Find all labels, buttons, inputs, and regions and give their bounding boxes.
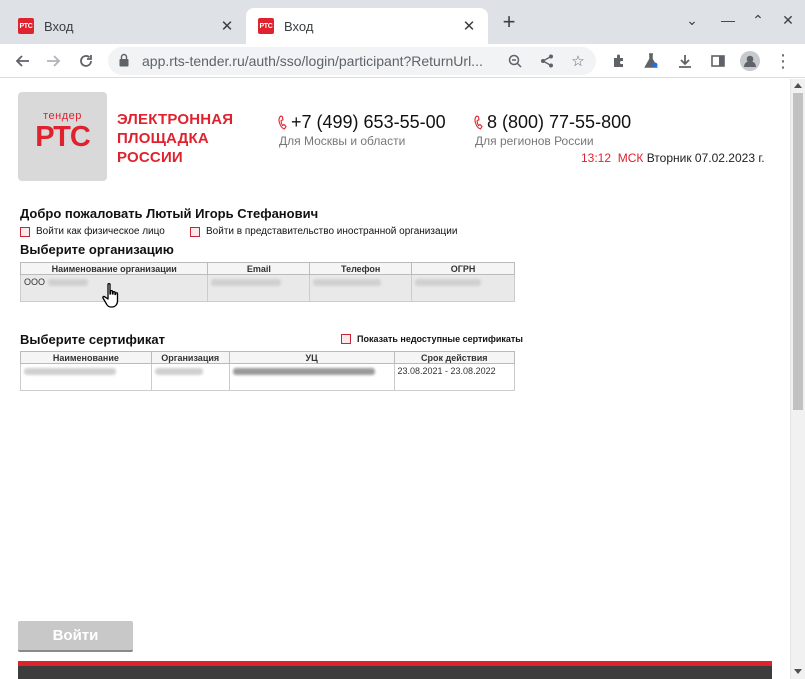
checkbox[interactable] (190, 226, 200, 237)
column-header: Телефон (309, 262, 413, 275)
phone-number: 8 (800) 77-55-800 (487, 112, 632, 132)
lock-icon (119, 53, 129, 67)
zoom-icon[interactable] (505, 51, 525, 71)
cert-name-cell[interactable] (20, 363, 152, 391)
org-phone-cell[interactable] (309, 274, 413, 302)
scroll-up-arrow-icon[interactable] (794, 83, 802, 88)
login-as-individual-option[interactable]: Войти как физическое лицо (20, 226, 165, 237)
new-tab-icon[interactable]: + (499, 11, 519, 33)
login-button[interactable]: Войти (18, 621, 133, 652)
phone-icon (278, 115, 287, 130)
redacted-text (47, 279, 88, 287)
checkbox-label: Войти как физическое лицо (36, 226, 165, 237)
tab-title: Вход (44, 18, 74, 34)
column-header: Наименование (20, 351, 152, 364)
scroll-down-arrow-icon[interactable] (794, 669, 802, 674)
phone-number: +7 (499) 653-55-00 (291, 112, 446, 132)
redacted-text (24, 368, 116, 376)
tab-login-1[interactable]: РТС Вход ✕ (6, 8, 246, 44)
redacted-text (211, 279, 282, 287)
cert-org-cell[interactable] (150, 363, 230, 391)
checkbox[interactable] (20, 226, 30, 237)
reload-icon[interactable] (74, 49, 98, 73)
table-row[interactable]: ООО (19, 274, 515, 302)
browser-toolbar: app.rts-tender.ru/auth/sso/login/partici… (0, 44, 805, 78)
date: Вторник 07.02.2023 г. (646, 151, 765, 165)
phone-moscow: +7 (499) 653-55-00 (278, 112, 446, 133)
bookmark-star-icon[interactable]: ☆ (568, 51, 588, 71)
address-bar[interactable]: app.rts-tender.ru/auth/sso/login/partici… (108, 47, 596, 75)
extensions-icon[interactable] (607, 49, 631, 73)
column-header: Организация (150, 351, 230, 364)
logo-main-text: РТС (35, 121, 91, 153)
table-row[interactable]: 23.08.2021 - 23.08.2022 (20, 363, 515, 391)
platform-name-line: ПЛОЩАДКА (117, 130, 209, 147)
page-viewport: тендер РТС ЭЛЕКТРОННАЯ ПЛОЩАДКА РОССИИ +… (0, 79, 790, 679)
footer (18, 666, 772, 679)
redacted-text (154, 368, 203, 376)
minimize-icon[interactable]: — (718, 12, 738, 32)
checkbox[interactable] (341, 334, 351, 344)
show-unavailable-certs-option[interactable]: Показать недоступные сертификаты (341, 334, 523, 344)
cert-ca-cell[interactable] (228, 363, 395, 391)
rts-favicon-icon: РТС (258, 18, 274, 34)
login-foreign-org-option[interactable]: Войти в представительство иностранной ор… (190, 226, 457, 237)
phone-regions-caption: Для регионов России (475, 134, 594, 148)
tab-login-2[interactable]: РТС Вход ✕ (246, 8, 488, 44)
column-header: ОГРН (411, 262, 515, 275)
phone-regions: 8 (800) 77-55-800 (474, 112, 631, 133)
column-header: Наименование организации (19, 262, 209, 275)
rts-favicon-icon: РТС (18, 18, 34, 34)
organization-table: Наименование организации Email Телефон О… (19, 262, 515, 302)
redacted-text (313, 279, 382, 287)
welcome-message: Добро пожаловать Лютый Игорь Стефанович (20, 206, 319, 221)
close-icon[interactable]: ✕ (460, 17, 478, 35)
org-email-cell[interactable] (207, 274, 311, 302)
phone-icon (474, 115, 483, 130)
redacted-text (232, 368, 375, 376)
checkbox-label: Показать недоступные сертификаты (357, 334, 523, 344)
column-header: Email (207, 262, 311, 275)
tab-search-icon[interactable]: ⌄ (682, 12, 702, 32)
window-close-icon[interactable]: ✕ (778, 12, 798, 32)
org-ogrn-cell[interactable] (411, 274, 515, 302)
back-icon[interactable] (10, 49, 34, 73)
redacted-text (415, 279, 482, 287)
forward-icon[interactable] (42, 49, 66, 73)
download-icon[interactable] (673, 49, 697, 73)
url-text: app.rts-tender.ru/auth/sso/login/partici… (142, 53, 483, 69)
org-section-title: Выберите организацию (20, 242, 174, 257)
close-icon[interactable]: ✕ (218, 17, 236, 35)
cert-section-title: Выберите сертификат (20, 332, 165, 347)
platform-name: ЭЛЕКТРОННАЯ ПЛОЩАДКА РОССИИ (117, 110, 233, 167)
menu-kebab-icon[interactable]: ⋮ (771, 49, 795, 73)
side-panel-icon[interactable] (706, 49, 730, 73)
share-icon[interactable] (537, 51, 557, 71)
page-scrollbar[interactable] (790, 79, 805, 679)
profile-avatar-icon[interactable] (738, 49, 762, 73)
hand-pointer-cursor-icon (102, 282, 119, 308)
certificate-table: Наименование Организация УЦ Срок действи… (20, 351, 515, 391)
checkbox-label: Войти в представительство иностранной ор… (206, 226, 458, 237)
rts-logo[interactable]: тендер РТС (18, 92, 107, 181)
org-name-prefix: ООО (24, 277, 46, 287)
timezone: МСК (617, 151, 644, 165)
platform-name-line: РОССИИ (117, 149, 183, 166)
column-header: УЦ (228, 351, 395, 364)
labs-flask-icon[interactable] (639, 49, 663, 73)
restore-icon[interactable]: ⌃ (748, 12, 768, 32)
cert-validity-cell[interactable]: 23.08.2021 - 23.08.2022 (393, 363, 515, 391)
time: 13:12 (581, 151, 612, 165)
current-datetime: 13:12 МСК Вторник 07.02.2023 г. (581, 151, 765, 165)
scroll-thumb[interactable] (793, 93, 803, 410)
phone-moscow-caption: Для Москвы и области (279, 134, 406, 148)
tab-title: Вход (284, 18, 314, 34)
platform-name-line: ЭЛЕКТРОННАЯ (117, 111, 234, 128)
column-header: Срок действия (393, 351, 515, 364)
tab-strip: РТС Вход ✕ РТС Вход ✕ + ⌄ — ⌃ ✕ (0, 0, 805, 44)
